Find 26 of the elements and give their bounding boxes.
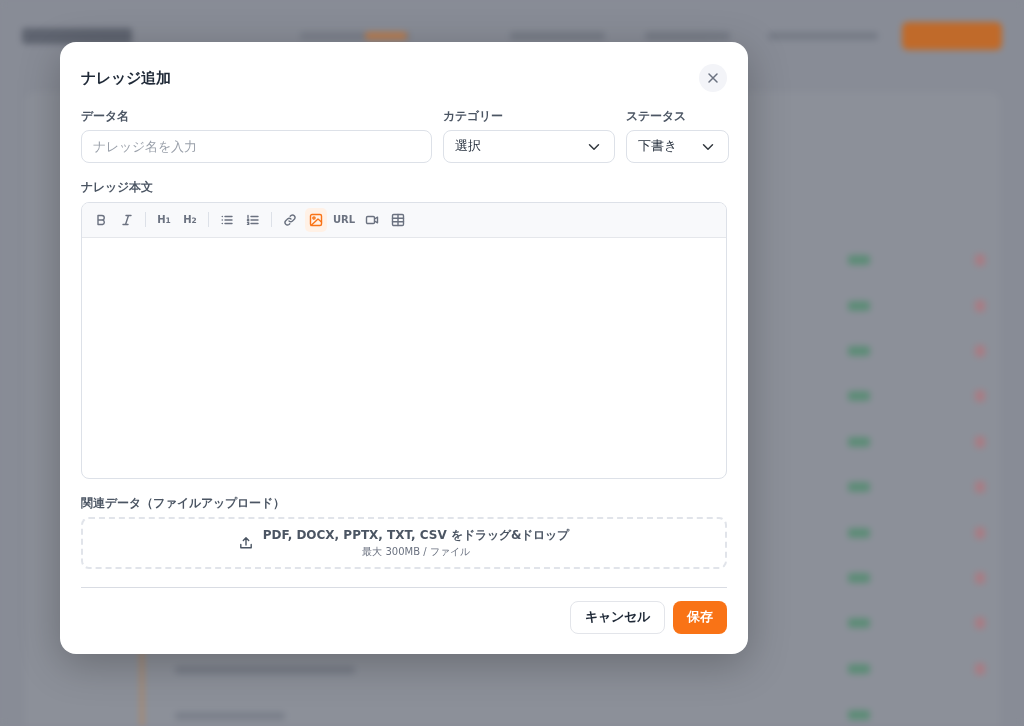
select-field[interactable]: 選択 xyxy=(443,130,615,164)
select-field[interactable]: 下書き xyxy=(626,130,729,164)
close-icon xyxy=(707,72,719,84)
field-label: ナレッジ本文 xyxy=(81,179,154,197)
cancel-button[interactable]: キャンセル xyxy=(570,600,665,634)
link-icon xyxy=(283,212,297,227)
bold-icon xyxy=(94,212,108,227)
modal-title: ナレッジ追加 xyxy=(81,67,171,89)
field-label: 関連データ（ファイルアップロード） xyxy=(81,494,286,512)
field-label: データ名 xyxy=(81,108,130,125)
close-button[interactable] xyxy=(699,64,727,92)
file-drop-zone[interactable]: PDF, DOCX, PPTX, TXT, CSV をドラッグ&ドロップ 最大 300MB / ファイル xyxy=(81,516,727,569)
italic-icon xyxy=(120,212,134,227)
field-label: ステータス xyxy=(626,108,687,125)
toolbar-button[interactable]: H$_{1}$ xyxy=(153,207,175,232)
upload-icon xyxy=(238,535,253,550)
table-icon xyxy=(391,212,406,227)
toolbar-button[interactable]: H$_{2}$ xyxy=(179,207,201,232)
image-icon xyxy=(309,212,323,227)
upload-instruction: PDF, DOCX, PPTX, TXT, CSV をドラッグ&ドロップ xyxy=(262,527,570,545)
field-label: カテゴリー xyxy=(443,108,504,125)
upload-size-hint: 最大 300MB / ファイル xyxy=(361,545,471,560)
toolbar-button[interactable] xyxy=(305,207,327,232)
numbered-list-icon xyxy=(246,212,260,227)
toolbar-button[interactable]: URL xyxy=(331,207,358,232)
input-field[interactable]: ナレッジ名を入力 xyxy=(81,130,432,164)
